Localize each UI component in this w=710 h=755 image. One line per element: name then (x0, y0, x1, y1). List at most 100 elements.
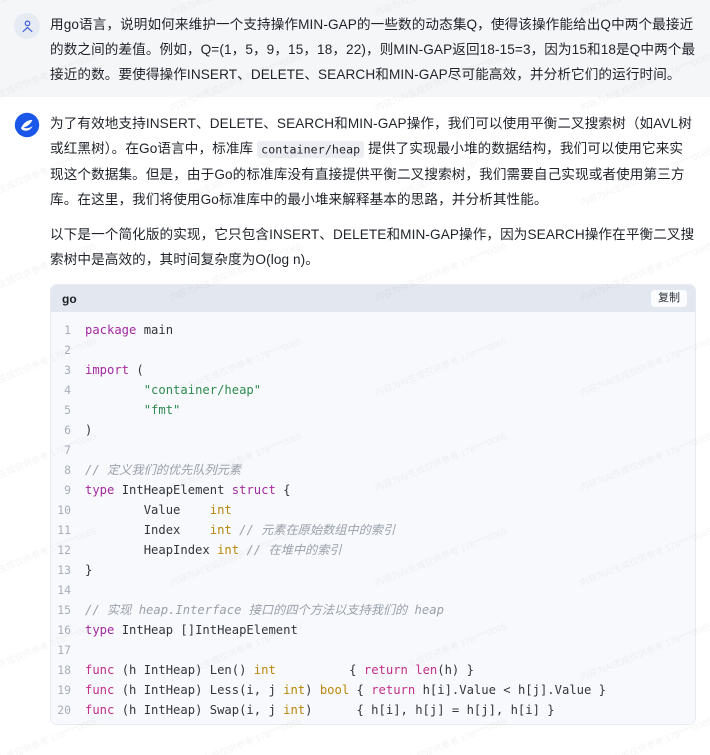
code-token: { (275, 663, 364, 677)
code-line-number: 17 (57, 643, 71, 657)
user-avatar (14, 13, 40, 39)
code-token: int (217, 543, 240, 557)
code-line: 20 func (h IntHeap) Swap(i, j int) { h[i]… (51, 700, 695, 720)
code-line: 7 (51, 440, 695, 460)
code-line: 4 "container/heap" (51, 380, 695, 400)
code-token: // 元素在原始数组中的索引 (239, 523, 396, 537)
code-line-text: } (85, 560, 695, 580)
code-line-text: func (h IntHeap) Len() int { return len(… (85, 660, 695, 680)
code-line: 18 func (h IntHeap) Len() int { return le… (51, 660, 695, 680)
assistant-message: 为了有效地支持INSERT、DELETE、SEARCH和MIN-GAP操作，我们… (0, 97, 710, 735)
code-block-header: go 复制 (51, 285, 695, 312)
code-line-number: 8 (64, 463, 71, 477)
user-person-icon (22, 20, 32, 32)
code-line: 16 type IntHeap []IntHeapElement (51, 620, 695, 640)
code-token: ( (129, 363, 144, 377)
code-token: } (85, 563, 93, 577)
code-line-number: 10 (57, 503, 71, 517)
code-line-text: Index int // 元素在原始数组中的索引 (85, 520, 695, 540)
code-line-number: 13 (57, 563, 71, 577)
code-token: func (85, 703, 115, 717)
code-line-number: 18 (57, 663, 71, 677)
code-token: int (283, 683, 306, 697)
code-line-text: func (h IntHeap) Swap(i, j int) { h[i], … (85, 700, 695, 720)
copy-code-button[interactable]: 复制 (651, 290, 687, 307)
code-token: (h) } (437, 663, 474, 677)
code-line: 11 Index int // 元素在原始数组中的索引 (51, 520, 695, 540)
code-token: Value (85, 503, 210, 517)
code-line-number: 16 (57, 623, 71, 637)
code-token: Index (85, 523, 210, 537)
code-line: 10 Value int (51, 500, 695, 520)
code-token: int (283, 703, 306, 717)
code-token: func (85, 663, 115, 677)
code-token: int (209, 503, 232, 517)
code-line: 3 import ( (51, 360, 695, 380)
code-token: import (85, 363, 130, 377)
code-line-text: "container/heap" (85, 380, 695, 400)
code-line-text: package main (85, 320, 695, 340)
code-line-number: 6 (64, 423, 71, 437)
assistant-paragraph-1: 为了有效地支持INSERT、DELETE、SEARCH和MIN-GAP操作，我们… (50, 111, 696, 212)
code-token: int (209, 523, 232, 537)
code-line-number: 7 (64, 443, 71, 457)
chat-conversation: 用go语言，说明如何来维护一个支持操作MIN-GAP的一些数的动态集Q，使得该操… (0, 0, 710, 755)
code-line-number: 2 (64, 343, 71, 357)
code-token: return (363, 663, 408, 677)
code-token: // 在堆中的索引 (246, 543, 342, 557)
code-line-number: 5 (64, 403, 71, 417)
code-line-number: 15 (57, 603, 71, 617)
code-line-number: 19 (57, 683, 71, 697)
code-token: "fmt" (143, 403, 181, 417)
code-token: (h IntHeap) Len() (114, 663, 254, 677)
code-token: type (85, 483, 115, 497)
code-line: 13} (51, 560, 695, 580)
code-token: func (85, 683, 115, 697)
code-token: h[i].Value < h[j].Value } (415, 683, 607, 697)
code-token: IntHeapElement (114, 483, 232, 497)
code-line: 8 // 定义我们的优先队列元素 (51, 460, 695, 480)
code-block-content[interactable]: 1 package main 2 3 import (4 "container/heap… (51, 312, 695, 724)
user-question-text: 用go语言，说明如何来维护一个支持操作MIN-GAP的一些数的动态集Q，使得该操… (50, 17, 696, 82)
code-token: int (253, 663, 276, 677)
code-line: 17 (51, 640, 695, 660)
code-line: 12 HeapIndex int // 在堆中的索引 (51, 540, 695, 560)
code-token: package (85, 323, 137, 337)
code-token: ) (305, 683, 320, 697)
code-line-number: 14 (57, 583, 71, 597)
code-line-text: ) (85, 420, 695, 440)
assistant-message-body: 为了有效地支持INSERT、DELETE、SEARCH和MIN-GAP操作，我们… (50, 111, 696, 725)
code-line-text: type IntHeapElement struct { (85, 480, 695, 500)
code-line-number: 4 (64, 383, 71, 397)
code-line: 2 (51, 340, 695, 360)
code-token: HeapIndex (85, 543, 218, 557)
assistant-avatar (14, 112, 40, 138)
code-line-text: func (h IntHeap) Less(i, j int) bool { r… (85, 680, 695, 700)
code-line-number: 9 (64, 483, 71, 497)
code-line: 1 package main (51, 320, 695, 340)
code-line: 19 func (h IntHeap) Less(i, j int) bool {… (51, 680, 695, 700)
code-token: { (275, 483, 291, 497)
user-message-body: 用go语言，说明如何来维护一个支持操作MIN-GAP的一些数的动态集Q，使得该操… (50, 12, 696, 87)
code-line-number: 12 (57, 543, 71, 557)
code-language-label: go (62, 291, 77, 306)
code-block: go 复制 1 package main 2 3 import (4 "containe… (50, 284, 696, 725)
code-token: return (371, 683, 416, 697)
code-token: // 定义我们的优先队列元素 (85, 463, 242, 477)
code-token: (h IntHeap) Less(i, j (114, 683, 284, 697)
code-token: "container/heap" (143, 383, 262, 397)
code-token: // 实现 heap.Interface 接口的四个方法以支持我们的 heap (85, 603, 444, 617)
code-line-text: HeapIndex int // 在堆中的索引 (85, 540, 695, 560)
code-line-number: 11 (57, 523, 71, 537)
code-line-text: // 实现 heap.Interface 接口的四个方法以支持我们的 heap (85, 600, 695, 620)
code-line-text: Value int (85, 500, 695, 520)
code-token: IntHeap []IntHeapElement (114, 623, 298, 637)
code-token: { (349, 683, 372, 697)
code-line-number: 1 (64, 323, 71, 337)
